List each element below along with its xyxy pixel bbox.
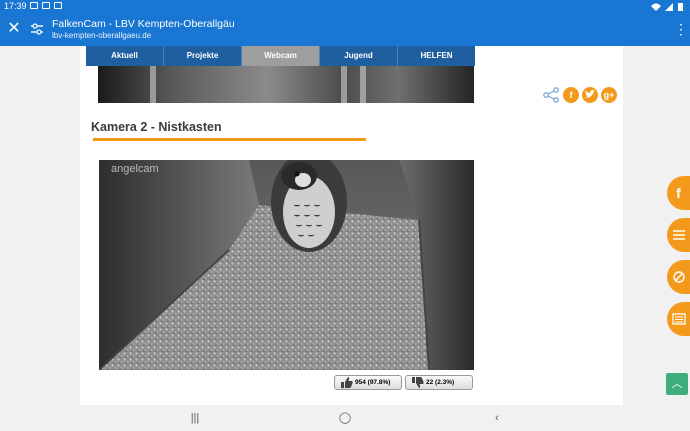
side-edit-icon[interactable]: [667, 260, 690, 294]
section-title: Kamera 2 - Nistkasten: [91, 120, 222, 134]
side-facebook-icon[interactable]: f: [667, 176, 690, 210]
facebook-icon[interactable]: f: [563, 87, 579, 103]
tab-projekte[interactable]: Projekte: [164, 46, 242, 66]
site-settings-icon[interactable]: [31, 23, 43, 35]
photo-icon: [42, 2, 50, 9]
status-bar: 17:39: [0, 0, 690, 14]
clock: 17:39: [4, 1, 27, 11]
signal-icon: [665, 2, 673, 11]
wifi-icon: [651, 3, 661, 11]
webcam-stream[interactable]: angelcam: [99, 160, 474, 370]
back-icon[interactable]: ‹: [490, 411, 504, 425]
thumbs-up-icon: [341, 377, 353, 388]
twitter-icon[interactable]: [582, 87, 598, 103]
tab-helfen[interactable]: HELFEN: [398, 46, 475, 66]
vote-down-count: 22 (2.3%): [426, 379, 455, 386]
camera-watermark: angelcam: [111, 163, 159, 175]
tab-aktuell[interactable]: Aktuell: [86, 46, 164, 66]
camera-1-image-partial: [98, 66, 474, 103]
system-nav-bar: ||| ◯ ‹: [0, 405, 690, 431]
vote-up-button[interactable]: 954 (97.8%): [334, 375, 402, 390]
scroll-up-button[interactable]: ︿: [666, 373, 688, 395]
browser-toolbar: ✕ FalkenCam - LBV Kempten-Oberallgäu lbv…: [0, 14, 690, 46]
cloud-icon: [30, 2, 38, 9]
side-news-icon[interactable]: [667, 302, 690, 336]
vote-up-count: 954 (97.8%): [355, 379, 391, 386]
vote-down-button[interactable]: 22 (2.3%): [405, 375, 473, 390]
googleplus-icon[interactable]: g+: [601, 87, 617, 103]
home-icon[interactable]: ◯: [338, 411, 352, 425]
page-title: FalkenCam - LBV Kempten-Oberallgäu: [52, 18, 235, 30]
side-list-icon[interactable]: [667, 218, 690, 252]
recent-apps-icon[interactable]: |||: [188, 411, 202, 425]
thumbs-down-icon: [412, 377, 424, 388]
share-bar: f g+: [542, 86, 617, 104]
tab-webcam[interactable]: Webcam: [242, 46, 320, 66]
share-icon[interactable]: [542, 86, 560, 104]
nest-box-image: [99, 160, 474, 370]
site-nav: Aktuell Projekte Webcam Jugend HELFEN: [86, 46, 475, 66]
more-options-icon[interactable]: ⋮: [674, 20, 688, 40]
close-icon[interactable]: ✕: [6, 19, 22, 39]
title-underline: [93, 138, 366, 141]
tab-jugend[interactable]: Jugend: [320, 46, 398, 66]
photo-icon-2: [54, 2, 62, 9]
page-url: lbv-kempten-oberallgaeu.de: [52, 31, 152, 40]
battery-icon: [678, 3, 683, 11]
